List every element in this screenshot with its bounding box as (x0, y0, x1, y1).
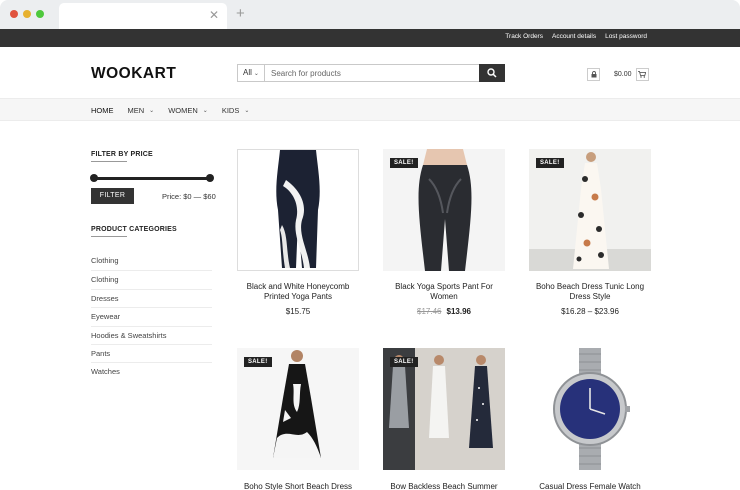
category-item[interactable]: Hoodies & Sweatshirts (91, 325, 212, 344)
product-image[interactable]: SALE! (383, 348, 505, 470)
category-item[interactable]: Dresses (91, 288, 212, 307)
product-title[interactable]: Boho Beach Dress Tunic Long Dress Style (529, 282, 651, 302)
lock-icon (591, 71, 596, 78)
price-range-label: Price: $0 — $60 (162, 192, 216, 201)
window-maximize-dot[interactable] (36, 10, 44, 18)
search-input[interactable] (266, 65, 479, 81)
main-nav: HOME MEN ⌄ WOMEN ⌄ KIDS ⌄ (0, 98, 740, 121)
browser-tab[interactable]: ✕ (59, 3, 227, 29)
product-title[interactable]: Black and White Honeycomb Printed Yoga P… (237, 282, 359, 302)
window-close-dot[interactable] (10, 10, 18, 18)
nav-item-kids[interactable]: KIDS ⌄ (222, 106, 250, 115)
product-price: $15.75 (237, 307, 359, 316)
price-sale: $13.96 (446, 307, 471, 316)
product-card[interactable]: SALE! Bow Backless Beach Summer (383, 348, 505, 490)
product-image[interactable]: SALE! (383, 149, 505, 271)
price-current: $15.75 (285, 307, 311, 316)
mini-cart[interactable]: $0.00 (614, 68, 649, 81)
nav-item-men[interactable]: MEN ⌄ (128, 106, 155, 115)
account-details-link[interactable]: Account details (552, 33, 596, 40)
product-card[interactable]: SALE! Black Yoga Sports Pant For Women $… (383, 149, 505, 319)
new-tab-icon[interactable]: + (236, 6, 245, 22)
category-item[interactable]: Clothing (91, 270, 212, 288)
price-regular: $17.46 (417, 307, 442, 316)
product-card[interactable]: Casual Dress Female Watch (529, 348, 651, 490)
filter-by-price-title: FILTER BY PRICE (91, 151, 153, 158)
price-slider-track[interactable] (94, 177, 210, 180)
nav-item-label: KIDS (221, 106, 240, 115)
product-image[interactable]: SALE! (529, 149, 651, 271)
nav-item-label: HOME (91, 106, 114, 115)
watch-image (529, 348, 651, 470)
product-image[interactable] (529, 348, 651, 470)
product-price: $17.46 $13.96 (383, 307, 505, 316)
category-list: Clothing Clothing Dresses Eyewear Hoodie… (91, 252, 212, 381)
cart-button[interactable] (635, 68, 649, 81)
sale-badge: SALE! (244, 357, 272, 367)
search-category-label: All (243, 68, 252, 77)
category-item[interactable]: Clothing (91, 252, 212, 270)
chevron-down-icon: ⌄ (253, 71, 259, 77)
price-slider-max-handle[interactable] (206, 174, 214, 182)
cart-icon (638, 71, 647, 78)
sale-badge: SALE! (390, 158, 418, 168)
chevron-down-icon: ⌄ (244, 108, 250, 114)
chevron-down-icon: ⌄ (202, 108, 208, 114)
track-orders-link[interactable]: Track Orders (505, 33, 543, 40)
category-item[interactable]: Pants (91, 343, 212, 362)
search-button[interactable] (479, 64, 505, 82)
nav-item-home[interactable]: HOME (91, 106, 114, 115)
product-image[interactable]: SALE! (237, 348, 359, 470)
site-header: WOOKART All⌄ $0.00 (0, 47, 740, 98)
sale-badge: SALE! (390, 357, 418, 367)
top-bar: Track Orders Account details Lost passwo… (0, 29, 740, 47)
filter-button[interactable]: FILTER (91, 188, 134, 204)
price-slider-min-handle[interactable] (90, 174, 98, 182)
search-category-select[interactable]: All ⌄ (238, 65, 265, 81)
browser-chrome: ✕ + (0, 0, 740, 29)
nav-item-label: WOMEN (168, 106, 198, 115)
category-item[interactable]: Watches (91, 362, 212, 380)
product-price: $16.28 – $23.96 (529, 307, 651, 316)
chevron-down-icon: ⌄ (149, 108, 155, 114)
product-title[interactable]: Bow Backless Beach Summer (383, 482, 505, 490)
nav-item-women[interactable]: WOMEN ⌄ (168, 106, 208, 115)
widget-title-underline (91, 161, 127, 162)
product-categories-title: PRODUCT CATEGORIES (91, 226, 177, 233)
product-title[interactable]: Black Yoga Sports Pant For Women (383, 282, 505, 302)
search-bar: All ⌄ (237, 64, 505, 82)
lost-password-link[interactable]: Lost password (605, 33, 647, 40)
product-card[interactable]: SALE! Boho Style Short Beach Dress (237, 348, 359, 490)
category-item[interactable]: Eyewear (91, 307, 212, 325)
product-image[interactable] (237, 149, 359, 271)
nav-item-label: MEN (127, 106, 145, 115)
account-button[interactable] (587, 68, 600, 81)
price-range: $16.28 – $23.96 (561, 307, 619, 316)
product-card[interactable]: Black and White Honeycomb Printed Yoga P… (237, 149, 359, 319)
top-links: Track Orders Account details Lost passwo… (505, 33, 647, 40)
product-title[interactable]: Boho Style Short Beach Dress (237, 482, 359, 490)
tab-close-icon[interactable]: ✕ (209, 8, 219, 22)
search-icon (487, 68, 497, 78)
yoga-pants-image (238, 150, 358, 270)
product-title[interactable]: Casual Dress Female Watch (529, 482, 651, 490)
site-logo[interactable]: WOOKART (91, 65, 176, 83)
widget-title-underline (91, 236, 127, 237)
sale-badge: SALE! (536, 158, 564, 168)
cart-total: $0.00 (614, 71, 632, 78)
window-minimize-dot[interactable] (23, 10, 31, 18)
product-card[interactable]: SALE! Boho Beach Dress Tunic Long Dress … (529, 149, 651, 319)
